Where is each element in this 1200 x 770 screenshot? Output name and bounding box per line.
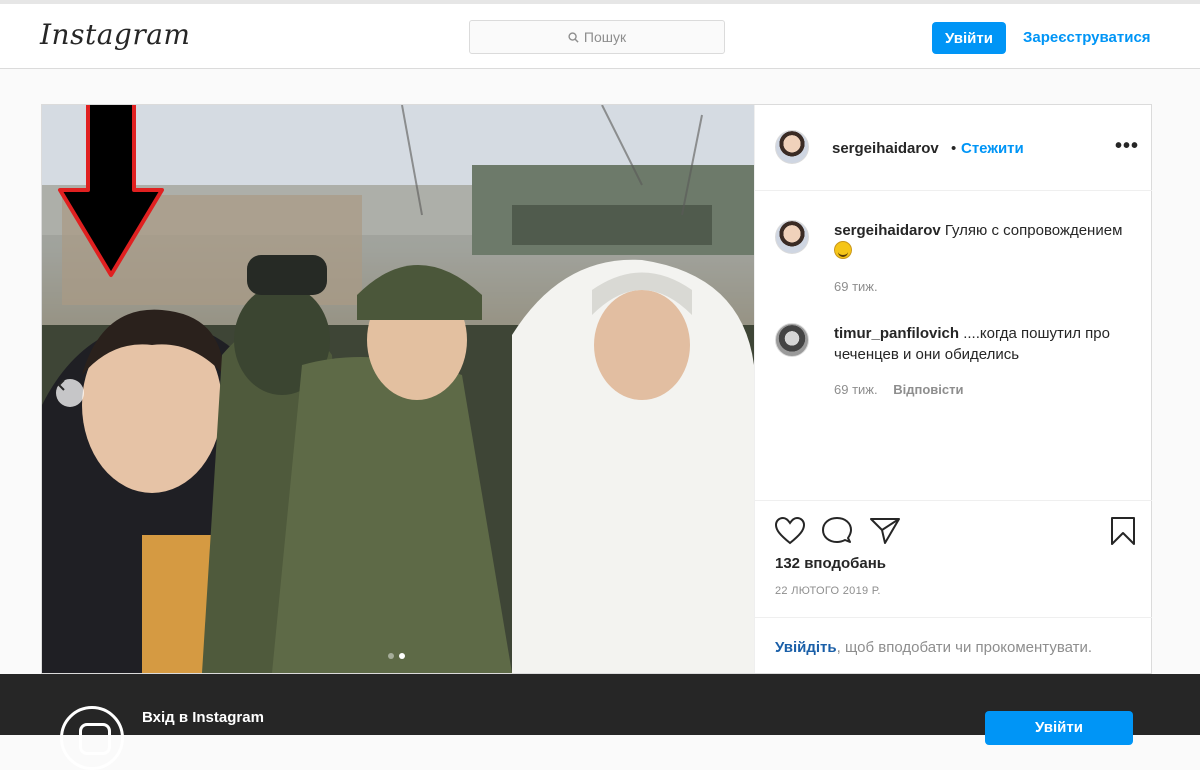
heart-icon[interactable] bbox=[775, 517, 805, 545]
post-header: sergeihaidarov • Стежити ••• bbox=[755, 105, 1152, 191]
chevron-left-icon bbox=[57, 379, 65, 391]
top-navigation: Instagram Пошук Увійти Зареєструватися bbox=[0, 4, 1200, 69]
comment-body: timur_panfilovich ....когда пошутил про … bbox=[834, 323, 1134, 365]
commenter-avatar[interactable] bbox=[775, 220, 809, 254]
post-date[interactable]: 22 ЛЮТОГО 2019 Р. bbox=[775, 585, 881, 597]
comment-meta: 69 тиж. Відповісти bbox=[834, 382, 963, 397]
instagram-camera-icon bbox=[60, 706, 124, 770]
carousel-prev-button[interactable] bbox=[56, 379, 84, 407]
separator-dot: • bbox=[951, 140, 957, 157]
comment-body: sergeihaidarov Гуляю с сопровождением bbox=[834, 220, 1134, 262]
search-placeholder: Пошук bbox=[583, 29, 627, 45]
comment-username[interactable]: sergeihaidarov bbox=[834, 222, 941, 239]
carousel-indicator bbox=[388, 653, 405, 659]
share-icon[interactable] bbox=[870, 517, 900, 545]
more-options-icon[interactable]: ••• bbox=[1115, 135, 1139, 158]
login-banner-title: Вхід в Instagram bbox=[142, 709, 264, 726]
comment-time[interactable]: 69 тиж. bbox=[834, 279, 878, 294]
post-sidebar: sergeihaidarov • Стежити ••• sergeihaida… bbox=[754, 105, 1152, 673]
register-link[interactable]: Зареєструватися bbox=[1023, 29, 1151, 46]
carousel-dot-active bbox=[399, 653, 405, 659]
comment-username[interactable]: timur_panfilovich bbox=[834, 325, 959, 342]
smiling-face-sweat-icon bbox=[834, 241, 852, 259]
comment-time[interactable]: 69 тиж. bbox=[834, 382, 878, 397]
post-photo[interactable] bbox=[42, 105, 754, 673]
search-icon bbox=[568, 31, 579, 43]
post-actions: 132 вподобань 22 ЛЮТОГО 2019 Р. bbox=[755, 500, 1152, 618]
login-banner-button[interactable]: Увійти bbox=[985, 711, 1133, 745]
search-box[interactable]: Пошук bbox=[469, 20, 725, 54]
post-card: sergeihaidarov • Стежити ••• sergeihaida… bbox=[41, 104, 1152, 674]
comment-text: Гуляю с сопровождением bbox=[944, 222, 1123, 239]
follow-button[interactable]: Стежити bbox=[961, 140, 1024, 157]
author-avatar[interactable] bbox=[775, 130, 809, 164]
carousel-dot bbox=[388, 653, 394, 659]
login-prompt: Увійдіть, щоб вподобати чи прокоментуват… bbox=[755, 617, 1152, 674]
login-button[interactable]: Увійти bbox=[932, 22, 1006, 54]
reply-button[interactable]: Відповісти bbox=[893, 382, 963, 397]
bookmark-icon[interactable] bbox=[1110, 516, 1136, 546]
login-prompt-text: , щоб вподобати чи прокоментувати. bbox=[836, 639, 1093, 656]
instagram-logo[interactable]: Instagram bbox=[40, 18, 190, 51]
login-banner: Вхід в Instagram Увійти bbox=[0, 674, 1200, 770]
comment-meta: 69 тиж. bbox=[834, 279, 878, 294]
commenter-avatar[interactable] bbox=[775, 323, 809, 357]
comment-icon[interactable] bbox=[822, 517, 852, 545]
likes-count[interactable]: 132 вподобань bbox=[775, 555, 886, 572]
login-prompt-link[interactable]: Увійдіть bbox=[775, 639, 837, 656]
author-username[interactable]: sergeihaidarov bbox=[832, 140, 939, 157]
annotation-arrow bbox=[58, 105, 164, 277]
